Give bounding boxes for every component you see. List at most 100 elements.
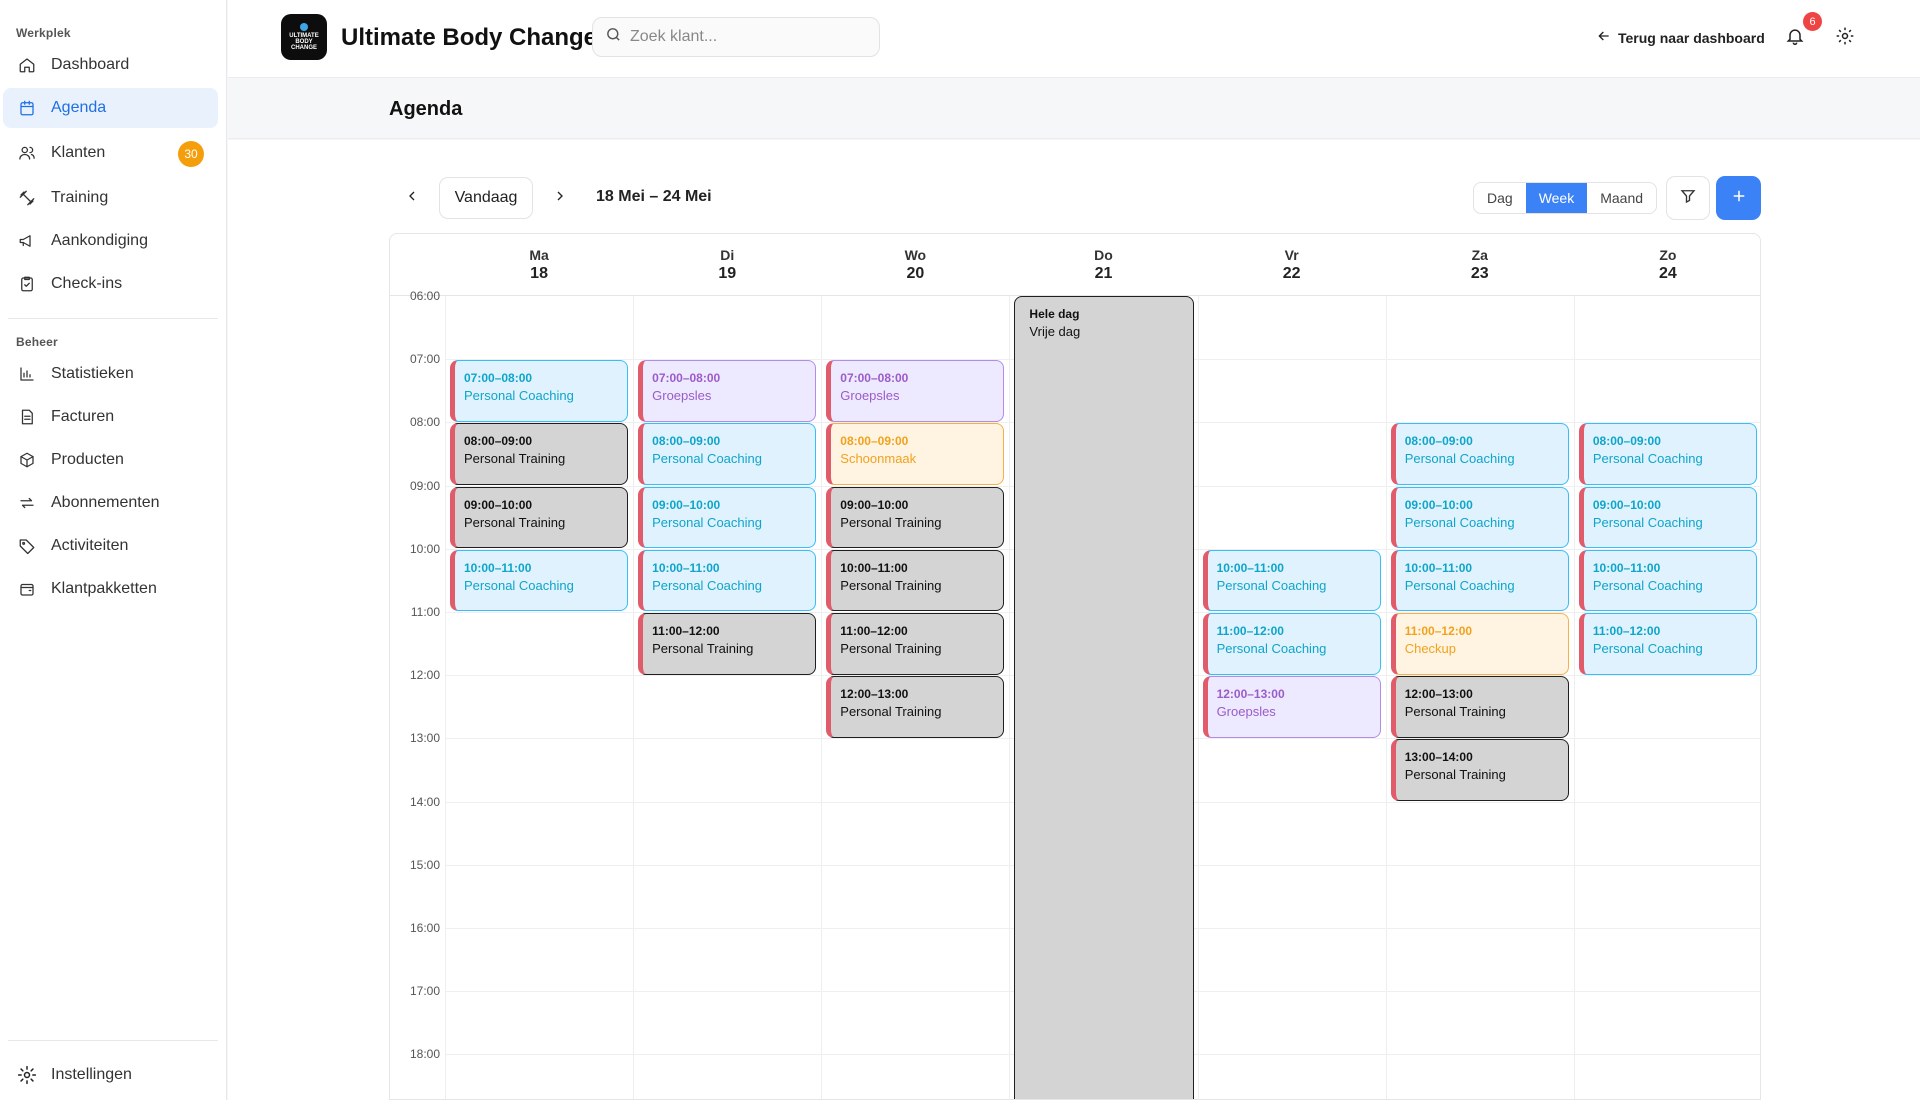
event-time: 11:00–12:00 [1216, 624, 1284, 638]
event-time: 10:00–11:00 [1216, 560, 1284, 575]
sidebar-item-aankondiging[interactable]: Aankondiging [3, 221, 218, 261]
calendar-event[interactable]: 11:00–12:00 Personal Training [638, 613, 817, 675]
topbar: ULTIMATE BODY CHANGE Ultimate Body Chang… [228, 0, 1920, 78]
event-title: Personal Coaching [1592, 514, 1703, 530]
day-name: Za [1471, 247, 1488, 263]
sidebar-item-label: Check-ins [51, 275, 123, 292]
view-day-button[interactable]: Dag [1474, 183, 1526, 213]
calendar-event[interactable]: 11:00–12:00 Personal Coaching [1202, 613, 1381, 675]
day-header[interactable]: Do 21 [1009, 234, 1198, 296]
event-title: Groepsles [1216, 704, 1276, 720]
day-header[interactable]: Vr 22 [1197, 234, 1386, 296]
megaphone-icon [17, 231, 37, 251]
sidebar-item-label: Dashboard [51, 56, 130, 73]
calendar-event[interactable]: 10:00–11:00 Personal Coaching [450, 549, 629, 612]
calendar-event[interactable]: 09:00–10:00 Personal Training [826, 486, 1005, 549]
hour-label: 11:00 [410, 605, 440, 619]
view-month-button[interactable]: Maand [1587, 183, 1656, 213]
event-title: Personal Coaching [652, 514, 762, 530]
sidebar-item-instellingen[interactable]: Instellingen [3, 1055, 218, 1095]
search-input[interactable] [630, 28, 850, 46]
next-week-button[interactable] [545, 183, 575, 213]
calendar-event[interactable]: 11:00–12:00 Personal Training [826, 613, 1005, 675]
day-header[interactable]: Ma 18 [445, 234, 634, 296]
sidebar-item-facturen[interactable]: Facturen [3, 397, 218, 437]
calendar-event[interactable]: 08:00–09:00 Schoonmaak [826, 423, 1005, 486]
plus-icon [1730, 187, 1748, 210]
calendar-event[interactable]: 12:00–13:00 Groepsles [1202, 676, 1381, 738]
sidebar-item-producten[interactable]: Producten [3, 440, 218, 480]
sidebar-item-activiteiten[interactable]: Activiteiten [3, 526, 218, 566]
sidebar-item-label: Aankondiging [51, 232, 148, 249]
day-header[interactable]: Wo 20 [821, 234, 1010, 296]
day-header[interactable]: Za 23 [1385, 234, 1574, 296]
sidebar-item-check-ins[interactable]: Check-ins [3, 264, 218, 304]
event-title: Personal Training [840, 514, 942, 530]
calendar-event[interactable]: 10:00–11:00 Personal Coaching [1578, 549, 1757, 612]
calendar-event[interactable]: 12:00–13:00 Personal Training [1390, 676, 1569, 738]
day-column-divider [1573, 296, 1575, 1099]
filter-button[interactable] [1666, 176, 1710, 220]
app-logo[interactable]: ULTIMATE BODY CHANGE [281, 14, 327, 60]
event-time: 12:00–13:00 [840, 687, 909, 702]
event-time: 07:00–08:00 [652, 371, 721, 386]
calendar-event[interactable]: 10:00–11:00 Personal Coaching [1390, 549, 1569, 612]
view-week-button[interactable]: Week [1525, 183, 1588, 213]
day-date: 22 [1282, 265, 1301, 282]
sidebar-item-training[interactable]: Training [3, 178, 218, 218]
sidebar-item-statistieken[interactable]: Statistieken [3, 354, 218, 394]
sidebar-item-klanten[interactable]: Klanten 30 [3, 133, 218, 173]
sidebar-section-beheer: Beheer [16, 335, 58, 349]
calendar-event[interactable]: 10:00–11:00 Personal Training [826, 549, 1005, 612]
calendar-event[interactable]: 08:00–09:00 Personal Coaching [638, 423, 817, 486]
settings-button[interactable] [1835, 26, 1855, 51]
date-range-label: 18 Mei – 24 Mei [596, 188, 712, 205]
calendar-event[interactable]: 08:00–09:00 Personal Coaching [1390, 423, 1569, 486]
calendar-event[interactable]: 11:00–12:00 Checkup [1390, 613, 1569, 675]
day-name: Di [720, 247, 735, 263]
calendar-event[interactable]: 07:00–08:00 Groepsles [826, 360, 1005, 422]
event-time: 08:00–09:00 [464, 434, 533, 449]
calendar-event[interactable]: 13:00–14:00 Personal Training [1390, 739, 1569, 802]
sidebar-item-agenda[interactable]: Agenda [3, 88, 218, 128]
event-time: 10:00–11:00 [464, 560, 532, 575]
calendar-event[interactable]: 09:00–10:00 Personal Training [450, 486, 629, 549]
dumbbell-icon [17, 188, 37, 208]
day-date: 24 [1659, 265, 1677, 282]
calendar-event[interactable]: 12:00–13:00 Personal Training [826, 676, 1005, 738]
day-header[interactable]: Di 19 [633, 234, 822, 296]
add-appointment-button[interactable] [1716, 176, 1761, 220]
calendar-event[interactable]: 08:00–09:00 Personal Coaching [1578, 423, 1757, 486]
day-name: Ma [529, 247, 549, 263]
filter-icon [1679, 187, 1697, 210]
back-to-dashboard-link[interactable]: Terug naar dashboard [1596, 28, 1765, 47]
calendar-event[interactable]: 08:00–09:00 Personal Training [450, 423, 629, 486]
sidebar-item-dashboard[interactable]: Dashboard [3, 45, 218, 85]
calendar-event[interactable]: 07:00–08:00 Personal Coaching [450, 360, 629, 422]
event-time: 11:00–12:00 [1404, 624, 1473, 638]
calendar-event[interactable]: 10:00–11:00 Personal Coaching [1202, 549, 1381, 612]
calendar-event[interactable]: 10:00–11:00 Personal Coaching [638, 549, 817, 612]
notifications-button[interactable] [1785, 26, 1807, 48]
logo-text: ULTIMATE BODY CHANGE [289, 33, 319, 51]
event-time: 13:00–14:00 [1404, 750, 1473, 765]
search-box[interactable] [592, 17, 880, 57]
back-link-label: Terug naar dashboard [1618, 29, 1765, 46]
event-title: Personal Coaching [1592, 641, 1703, 656]
hour-label: 18:00 [409, 1047, 440, 1062]
calendar-event[interactable]: 11:00–12:00 Personal Coaching [1578, 613, 1757, 675]
calendar-event[interactable]: 09:00–10:00 Personal Coaching [1578, 486, 1757, 549]
today-button[interactable]: Vandaag [439, 177, 533, 219]
calendar-event[interactable]: 07:00–08:00 Groepsles [638, 360, 817, 422]
all-day-event[interactable]: Hele dag Vrije dag [1014, 296, 1194, 1099]
sidebar-item-klantpakketten[interactable]: Klantpakketten [3, 569, 218, 609]
previous-week-button[interactable] [397, 183, 427, 213]
event-title: Personal Training [652, 641, 754, 656]
box-icon [17, 450, 37, 470]
calendar-event[interactable]: 09:00–10:00 Personal Coaching [638, 486, 817, 549]
calendar-event[interactable]: 09:00–10:00 Personal Coaching [1390, 486, 1569, 549]
day-header[interactable]: Zo 24 [1573, 234, 1760, 296]
day-column-divider [1385, 296, 1387, 1099]
sidebar-item-abonnementen[interactable]: Abonnementen [3, 483, 218, 523]
event-time: 10:00–11:00 [1404, 560, 1473, 575]
